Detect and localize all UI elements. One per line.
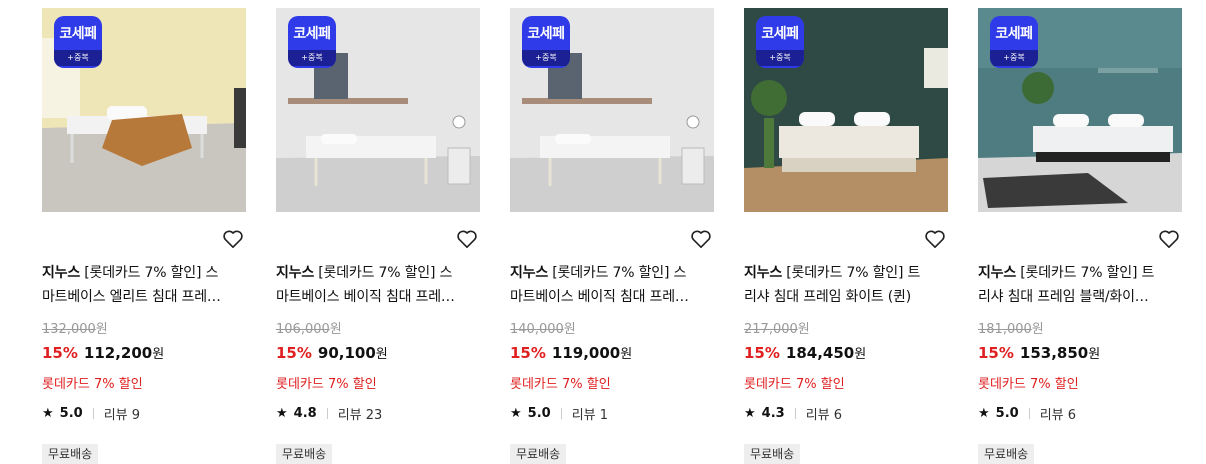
title-line-2: 마트베이스 베이직 침대 프레… [510,289,689,305]
card-promo-text: 롯데카드 7% 할인 [276,377,377,392]
free-shipping-badge: 무료배송 [744,444,801,464]
brand-name: 지누스 [510,265,549,281]
divider [560,408,562,419]
title-line-1: [롯데카드 7% 할인] 스 [80,265,219,281]
product-image[interactable]: 코세페 +중복 [510,8,714,212]
promo-badge: 코세페 +중복 [990,16,1038,68]
star-icon: ★ [744,406,756,421]
product-title[interactable]: 지누스 [롯데카드 7% 할인] 스 마트베이스 엘리트 침대 프레… [42,261,246,309]
wishlist-heart-icon[interactable] [690,229,712,249]
product-card[interactable]: 코세페 +중복 지누스 [롯데카드 7% 할인] 스 마트베이스 베이직 침대 … [276,8,480,464]
brand-name: 지누스 [276,265,315,281]
rating-row: ★ 4.8 리뷰 23 [276,404,382,423]
rating-score: 5.0 [59,406,83,421]
star-icon: ★ [978,406,990,421]
wishlist-heart-icon[interactable] [456,229,478,249]
title-line-1: [롯데카드 7% 할인] 스 [314,265,453,281]
product-title[interactable]: 지누스 [롯데카드 7% 할인] 트 리샤 침대 프레임 화이트 (퀸) [744,261,948,309]
review-count: 리뷰 6 [1039,408,1077,423]
rating-score: 4.3 [761,406,785,421]
sale-price: 15% 153,850원 [978,344,1101,362]
title-line-1: [롯데카드 7% 할인] 트 [1016,265,1155,281]
free-shipping-badge: 무료배송 [978,444,1035,464]
product-card[interactable]: 코세페 +중복 지누스 [롯데카드 7% 할인] 트 리샤 침대 프레임 블랙/… [978,8,1182,464]
product-title[interactable]: 지누스 [롯데카드 7% 할인] 트 리샤 침대 프레임 블랙/화이… [978,261,1182,309]
free-shipping-badge: 무료배송 [276,444,333,464]
divider [92,408,94,419]
discount-rate: 15% [744,344,780,362]
rating-row: ★ 4.3 리뷰 6 [744,404,842,423]
title-line-2: 마트베이스 엘리트 침대 프레… [42,289,221,305]
divider [326,408,328,419]
wishlist-heart-icon[interactable] [222,229,244,249]
review-count: 리뷰 6 [805,408,843,423]
promo-badge: 코세페 +중복 [522,16,570,68]
review-count: 리뷰 9 [103,408,141,423]
discount-rate: 15% [42,344,78,362]
card-promo-text: 롯데카드 7% 할인 [744,377,845,392]
discount-rate: 15% [276,344,312,362]
card-promo-text: 롯데카드 7% 할인 [978,377,1079,392]
sale-price: 15% 119,000원 [510,344,633,362]
brand-name: 지누스 [978,265,1017,281]
rating-row: ★ 5.0 리뷰 6 [978,404,1076,423]
free-shipping-badge: 무료배송 [510,444,567,464]
rating-score: 4.8 [293,406,317,421]
rating-score: 5.0 [527,406,551,421]
review-count: 리뷰 23 [337,408,383,423]
promo-badge: 코세페 +중복 [288,16,336,68]
sale-price: 15% 90,100원 [276,344,388,362]
product-title[interactable]: 지누스 [롯데카드 7% 할인] 스 마트베이스 베이직 침대 프레… [510,261,714,309]
rating-row: ★ 5.0 리뷰 9 [42,404,140,423]
original-price: 106,000원 [276,322,342,337]
sale-price: 15% 112,200원 [42,344,165,362]
promo-badge: 코세페 +중복 [756,16,804,68]
brand-name: 지누스 [42,265,81,281]
discount-rate: 15% [510,344,546,362]
title-line-1: [롯데카드 7% 할인] 스 [548,265,687,281]
original-price: 217,000원 [744,322,810,337]
wishlist-heart-icon[interactable] [924,229,946,249]
product-card[interactable]: 코세페 +중복 지누스 [롯데카드 7% 할인] 스 마트베이스 베이직 침대 … [510,8,714,464]
title-line-2: 리샤 침대 프레임 화이트 (퀸) [744,289,912,305]
product-image[interactable]: 코세페 +중복 [42,8,246,212]
rating-score: 5.0 [995,406,1019,421]
product-grid: 코세페 +중복 지누스 [롯데카드 7% 할인] 스 마트베이스 엘리트 침대 … [0,0,1206,464]
original-price: 181,000원 [978,322,1044,337]
star-icon: ★ [510,406,522,421]
title-line-1: [롯데카드 7% 할인] 트 [782,265,921,281]
product-title[interactable]: 지누스 [롯데카드 7% 할인] 스 마트베이스 베이직 침대 프레… [276,261,480,309]
divider [1028,408,1030,419]
original-price: 132,000원 [42,322,108,337]
wishlist-heart-icon[interactable] [1158,229,1180,249]
star-icon: ★ [276,406,288,421]
card-promo-text: 롯데카드 7% 할인 [510,377,611,392]
brand-name: 지누스 [744,265,783,281]
card-promo-text: 롯데카드 7% 할인 [42,377,143,392]
divider [794,408,796,419]
product-card[interactable]: 코세페 +중복 지누스 [롯데카드 7% 할인] 스 마트베이스 엘리트 침대 … [42,8,246,464]
product-card[interactable]: 코세페 +중복 지누스 [롯데카드 7% 할인] 트 리샤 침대 프레임 화이트… [744,8,948,464]
title-line-2: 리샤 침대 프레임 블랙/화이… [978,289,1149,305]
product-image[interactable]: 코세페 +중복 [276,8,480,212]
review-count: 리뷰 1 [571,408,609,423]
sale-price: 15% 184,450원 [744,344,867,362]
title-line-2: 마트베이스 베이직 침대 프레… [276,289,455,305]
product-image[interactable]: 코세페 +중복 [744,8,948,212]
discount-rate: 15% [978,344,1014,362]
promo-badge: 코세페 +중복 [54,16,102,68]
star-icon: ★ [42,406,54,421]
free-shipping-badge: 무료배송 [42,444,99,464]
original-price: 140,000원 [510,322,576,337]
rating-row: ★ 5.0 리뷰 1 [510,404,608,423]
product-image[interactable]: 코세페 +중복 [978,8,1182,212]
